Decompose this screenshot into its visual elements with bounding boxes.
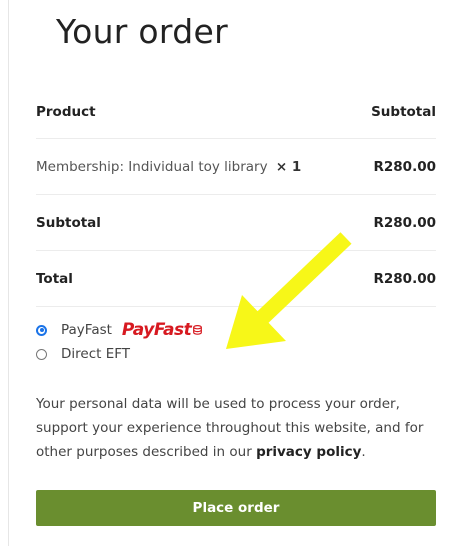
product-price: R280.00 [350, 138, 436, 195]
arrow-pointing-down-left-icon [226, 232, 352, 349]
table-row: Membership: Individual toy library × 1 R… [36, 138, 436, 195]
product-cell: Membership: Individual toy library × 1 [36, 138, 350, 195]
left-divider [8, 0, 9, 546]
total-value: R280.00 [350, 250, 436, 307]
direct-eft-label[interactable]: Direct EFT [61, 346, 130, 362]
payfast-stack-icon [193, 325, 203, 335]
privacy-notice: Your personal data will be used to proce… [36, 392, 436, 464]
payfast-logo: PayFast [121, 320, 203, 340]
privacy-policy-link[interactable]: privacy policy [256, 444, 361, 460]
subtotal-column-header: Subtotal [350, 86, 436, 139]
product-name: Membership: Individual toy library [36, 158, 268, 175]
place-order-button[interactable]: Place order [36, 490, 436, 526]
payfast-radio[interactable] [36, 324, 47, 336]
table-header: Product Subtotal [36, 86, 436, 139]
product-quantity: × 1 [275, 158, 302, 175]
product-column-header: Product [36, 86, 350, 139]
payfast-label[interactable]: PayFast [61, 322, 112, 338]
page-title: Your order [56, 12, 228, 51]
direct-eft-radio[interactable] [36, 348, 47, 360]
privacy-period: . [361, 444, 366, 460]
payfast-logo-text: PayFast [121, 320, 192, 340]
subtotal-value: R280.00 [350, 194, 436, 251]
